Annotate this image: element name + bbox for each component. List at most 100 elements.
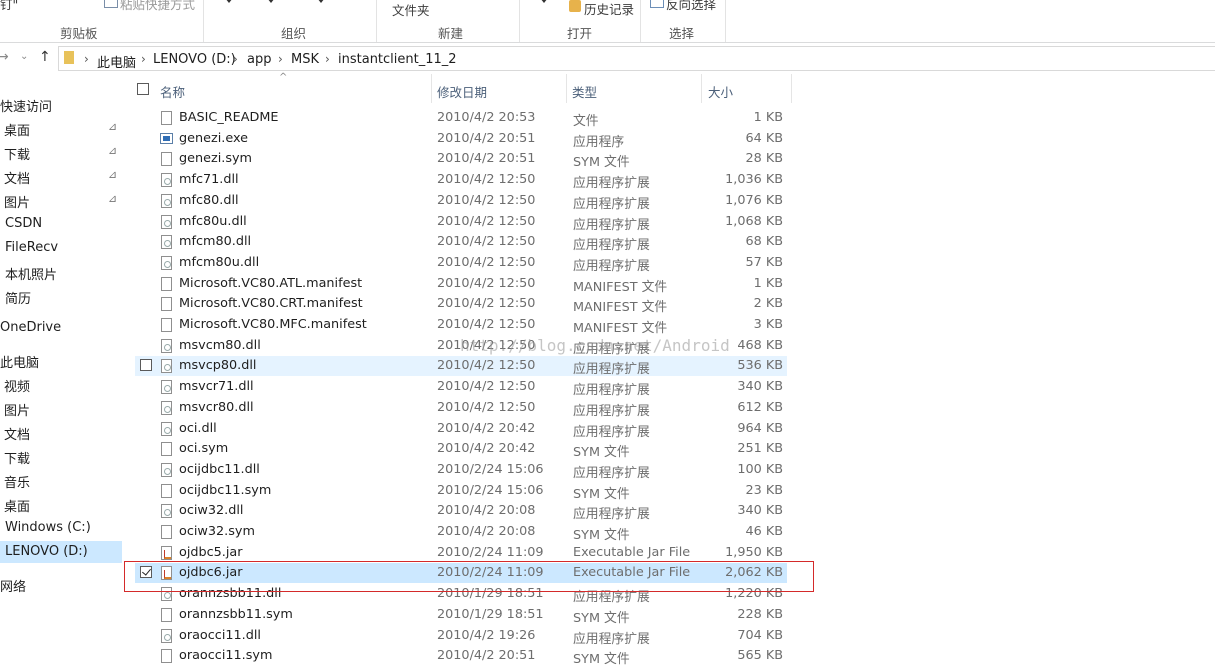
file-row[interactable]: mfcm80.dll 2010/4/2 12:50 应用程序扩展 68 KB [135, 232, 787, 253]
file-size: 1 KB [753, 275, 783, 291]
file-row[interactable]: msvcp80.dll 2010/4/2 12:50 应用程序扩展 536 KB [135, 356, 787, 377]
move-to-dropdown-icon[interactable] [225, 0, 233, 3]
pin-icon[interactable]: ⊿ [108, 192, 117, 205]
file-row[interactable]: BASIC_README 2010/4/2 20:53 文件 1 KB [135, 108, 787, 129]
breadcrumb-separator-icon[interactable]: › [325, 52, 330, 66]
file-row[interactable]: genezi.exe 2010/4/2 20:51 应用程序 64 KB [135, 129, 787, 150]
nav-pc-downloads[interactable]: 下载 [0, 445, 122, 467]
file-type: MANIFEST 文件 [573, 321, 668, 336]
breadcrumb-this-pc[interactable]: 此电脑 [97, 52, 136, 71]
file-date: 2010/4/2 20:42 [437, 441, 536, 457]
nav-documents[interactable]: 文档 ⊿ [0, 165, 122, 187]
ribbon-pin-partial[interactable]: 钉" [0, 0, 18, 13]
nav-label: CSDN [5, 216, 43, 231]
row-checkbox[interactable] [140, 359, 152, 372]
breadcrumb-instantclient[interactable]: instantclient_11_2 [338, 52, 457, 67]
column-divider[interactable] [701, 74, 702, 103]
nav-filerecv[interactable]: FileRecv [0, 237, 122, 259]
file-row[interactable]: Microsoft.VC80.CRT.manifest 2010/4/2 12:5… [135, 294, 787, 315]
file-row[interactable]: oraocci11.sym 2010/4/2 20:51 SYM 文件 565 KB [135, 646, 787, 667]
nav-downloads[interactable]: 下载 ⊿ [0, 141, 122, 163]
nav-drive-d[interactable]: LENOVO (D:) [0, 541, 122, 563]
file-name: oci.dll [179, 420, 217, 436]
nav-csdn[interactable]: CSDN [0, 213, 122, 235]
dll-icon [161, 173, 172, 188]
file-row[interactable]: oraocci11.dll 2010/4/2 19:26 应用程序扩展 704 KB [135, 626, 787, 647]
column-divider[interactable] [791, 74, 792, 103]
file-row[interactable]: msvcr71.dll 2010/4/2 12:50 应用程序扩展 340 KB [135, 377, 787, 398]
column-divider[interactable] [431, 74, 432, 103]
file-type: 文件 [573, 114, 599, 129]
breadcrumb-separator-icon[interactable]: › [141, 52, 146, 66]
file-size: 468 KB [737, 337, 783, 353]
breadcrumb-separator-icon[interactable]: › [84, 52, 89, 66]
address-bar[interactable]: › 此电脑 › LENOVO (D:) › app › MSK › instan… [58, 46, 1215, 71]
nav-network[interactable]: 网络 [0, 573, 122, 595]
nav-music[interactable]: 音乐 [0, 469, 122, 491]
history-button[interactable]: 历史记录 [584, 0, 634, 18]
breadcrumb-separator-icon[interactable]: › [233, 52, 238, 66]
recent-locations-chevron-icon[interactable]: ⌄ [20, 51, 28, 62]
file-row[interactable]: Microsoft.VC80.ATL.manifest 2010/4/2 12:5… [135, 274, 787, 295]
nav-this-pc[interactable]: 此电脑 [0, 349, 122, 371]
nav-onedrive[interactable]: OneDrive [0, 317, 122, 339]
breadcrumb-app[interactable]: app [247, 52, 271, 67]
file-row[interactable]: mfc80u.dll 2010/4/2 12:50 应用程序扩展 1,068 KB [135, 212, 787, 233]
nav-pc-documents[interactable]: 文档 [0, 421, 122, 443]
nav-pictures[interactable]: 图片 ⊿ [0, 189, 122, 211]
pin-icon[interactable]: ⊿ [108, 120, 117, 133]
file-row[interactable]: Microsoft.VC80.MFC.manifest 2010/4/2 12:5… [135, 315, 787, 336]
nav-pc-desktop[interactable]: 桌面 [0, 493, 122, 515]
breadcrumb-msk[interactable]: MSK [291, 52, 319, 67]
open-dropdown-icon[interactable] [540, 0, 548, 3]
nav-resume[interactable]: 简历 [0, 285, 122, 307]
column-date[interactable]: 修改日期 [437, 82, 487, 101]
file-name: mfcm80u.dll [179, 254, 260, 270]
paste-shortcut-button[interactable]: 粘贴快捷方式 [120, 0, 195, 13]
nav-quick-access[interactable]: 快速访问 [0, 93, 122, 115]
file-row[interactable]: oci.sym 2010/4/2 20:42 SYM 文件 251 KB [135, 439, 787, 460]
select-all-checkbox[interactable] [137, 83, 149, 95]
file-name: mfc80u.dll [179, 213, 247, 229]
ribbon-divider [376, 0, 377, 42]
file-name: Microsoft.VC80.CRT.manifest [179, 296, 363, 312]
nav-label: FileRecv [5, 240, 59, 255]
column-type[interactable]: 类型 [572, 82, 597, 101]
nav-local-photos[interactable]: 本机照片 [0, 261, 122, 283]
file-row[interactable]: mfc80.dll 2010/4/2 12:50 应用程序扩展 1,076 KB [135, 191, 787, 212]
dll-icon [161, 214, 172, 229]
file-date: 2010/4/2 20:51 [437, 648, 536, 664]
pin-icon[interactable]: ⊿ [108, 168, 117, 181]
delete-dropdown-icon[interactable] [317, 0, 325, 3]
file-row[interactable]: ocijdbc11.sym 2010/2/24 15:06 SYM 文件 23 KB [135, 481, 787, 502]
file-row[interactable]: mfcm80u.dll 2010/4/2 12:50 应用程序扩展 57 KB [135, 253, 787, 274]
file-row[interactable]: msvcr80.dll 2010/4/2 12:50 应用程序扩展 612 KB [135, 398, 787, 419]
file-size: 340 KB [737, 503, 783, 519]
file-row[interactable]: orannzsbb11.sym 2010/1/29 18:51 SYM 文件 228 … [135, 605, 787, 626]
invert-selection-button[interactable]: 反向选择 [666, 0, 716, 13]
history-icon [569, 0, 581, 12]
breadcrumb-separator-icon[interactable]: › [278, 52, 283, 66]
nav-drive-c[interactable]: Windows (C:) [0, 517, 122, 539]
file-row[interactable]: oci.dll 2010/4/2 20:42 应用程序扩展 964 KB [135, 419, 787, 440]
nav-videos[interactable]: 视频 [0, 373, 122, 395]
up-arrow-icon[interactable]: ↑ [39, 49, 51, 65]
breadcrumb-drive-d[interactable]: LENOVO (D:) [153, 52, 236, 67]
file-row[interactable]: genezi.sym 2010/4/2 20:51 SYM 文件 28 KB [135, 149, 787, 170]
file-row[interactable]: ociw32.dll 2010/4/2 20:08 应用程序扩展 340 KB [135, 501, 787, 522]
file-row[interactable]: ojdbc5.jar 2010/2/24 11:09 Executable Jar … [135, 543, 787, 563]
file-icon [161, 483, 172, 498]
new-folder-button[interactable]: 文件夹 [392, 0, 430, 19]
file-row[interactable]: ocijdbc11.dll 2010/2/24 15:06 应用程序扩展 100 KB [135, 460, 787, 481]
column-divider[interactable] [566, 74, 567, 103]
file-row[interactable]: ociw32.sym 2010/4/2 20:08 SYM 文件 46 KB [135, 522, 787, 543]
pin-icon[interactable]: ⊿ [108, 144, 117, 157]
forward-arrow-icon[interactable]: → [0, 49, 9, 65]
copy-to-dropdown-icon[interactable] [267, 0, 275, 3]
column-name[interactable]: 名称 [160, 82, 185, 101]
nav-desktop[interactable]: 桌面 ⊿ [0, 117, 122, 139]
file-row[interactable]: mfc71.dll 2010/4/2 12:50 应用程序扩展 1,036 KB [135, 170, 787, 191]
nav-pc-pictures[interactable]: 图片 [0, 397, 122, 419]
column-size[interactable]: 大小 [708, 82, 733, 101]
file-icon [161, 152, 172, 167]
